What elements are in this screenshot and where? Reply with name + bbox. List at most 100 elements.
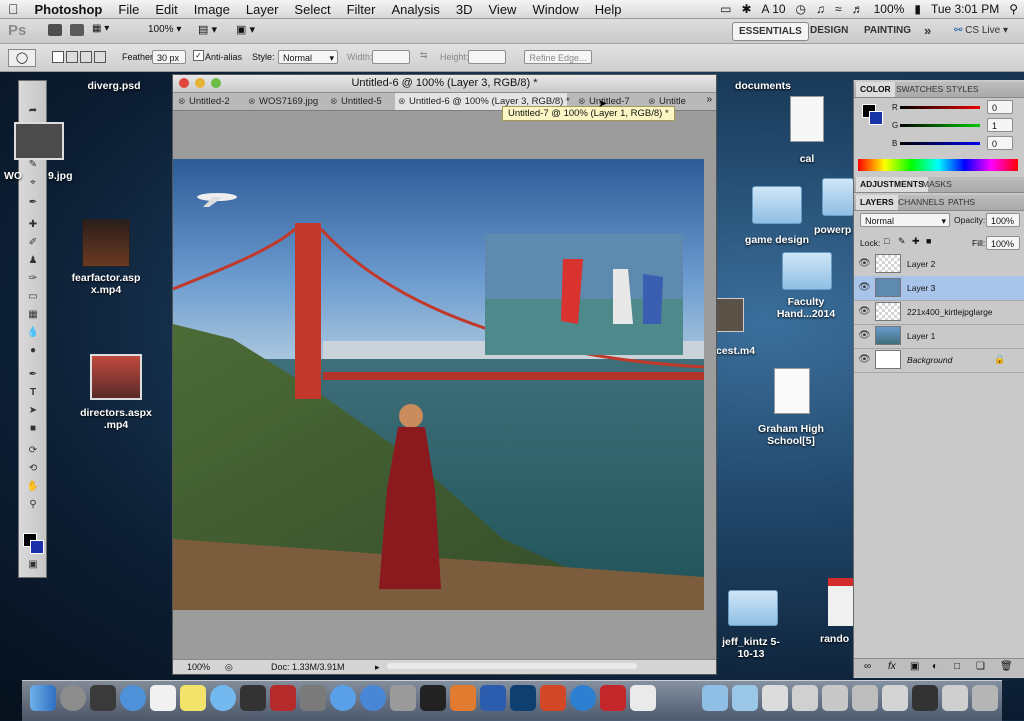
wifi-icon[interactable]: ≈ bbox=[835, 2, 842, 16]
quicktime-icon[interactable] bbox=[570, 685, 596, 711]
bluetooth-icon[interactable]: ✱ bbox=[741, 2, 751, 16]
add-mask-icon[interactable]: ▣ bbox=[910, 661, 919, 672]
status-doc-size[interactable]: Doc: 1.33M/3.91M bbox=[271, 660, 345, 674]
bg-color-chip[interactable] bbox=[869, 111, 883, 125]
menu-layer[interactable]: Layer bbox=[238, 2, 287, 17]
zoom-level-dropdown[interactable]: 100% ▾ bbox=[148, 24, 181, 35]
tab-untitled-2[interactable]: ⊗ Untitled-2 bbox=[175, 93, 241, 110]
display-icon[interactable]: ▭ bbox=[720, 2, 731, 16]
acrobat-icon[interactable] bbox=[600, 685, 626, 711]
visibility-eye-icon[interactable]: 👁 bbox=[858, 306, 871, 317]
desktop-icon-cal[interactable] bbox=[790, 96, 824, 142]
background-color-swatch[interactable] bbox=[30, 540, 44, 554]
visibility-eye-icon[interactable]: 👁 bbox=[858, 354, 871, 365]
downloads-folder-icon[interactable] bbox=[732, 685, 758, 711]
layer-style-icon[interactable]: fx bbox=[888, 661, 896, 672]
imovie-icon[interactable] bbox=[420, 685, 446, 711]
lock-all-icon[interactable]: ■ bbox=[926, 236, 931, 246]
trash-icon[interactable]: 🗑 bbox=[1000, 661, 1013, 672]
tab-color[interactable]: COLOR bbox=[856, 82, 895, 97]
launchpad-icon[interactable] bbox=[60, 685, 86, 711]
desktop-icon-label-diverg[interactable]: diverg.psd bbox=[82, 80, 146, 92]
desktop-icon-wo-image[interactable] bbox=[14, 122, 64, 160]
pen-tool-icon[interactable]: ✒ bbox=[26, 369, 40, 381]
app-menu[interactable]: Photoshop bbox=[27, 2, 111, 17]
iphoto-icon[interactable] bbox=[300, 685, 326, 711]
3d-orbit-tool-icon[interactable]: ⟲ bbox=[26, 463, 40, 475]
stack-icon[interactable] bbox=[762, 685, 788, 711]
lock-position-icon[interactable]: ✚ bbox=[912, 236, 920, 247]
desktop-icon-faculty[interactable] bbox=[782, 252, 832, 290]
feather-input[interactable]: 30 px bbox=[152, 50, 186, 64]
b-value[interactable]: 0 bbox=[987, 136, 1013, 150]
zoom-tool-icon[interactable]: ⚲ bbox=[26, 499, 40, 511]
safari-icon[interactable] bbox=[120, 685, 146, 711]
menu-analysis[interactable]: Analysis bbox=[383, 2, 447, 17]
keynote-icon[interactable] bbox=[450, 685, 476, 711]
facetime-icon[interactable] bbox=[240, 685, 266, 711]
subtract-selection-icon[interactable] bbox=[80, 51, 92, 63]
tab-adjustments[interactable]: ADJUSTMENTS bbox=[856, 177, 928, 192]
minibridge-icon[interactable] bbox=[70, 24, 84, 36]
powerpoint-icon[interactable] bbox=[540, 685, 566, 711]
minimize-window-icon[interactable] bbox=[195, 78, 205, 88]
antialias-checkbox[interactable]: ✓ bbox=[193, 50, 204, 61]
tab-layers[interactable]: LAYERS bbox=[856, 195, 898, 210]
layer-row[interactable]: 👁 Layer 2 bbox=[854, 252, 1024, 277]
add-selection-icon[interactable] bbox=[66, 51, 78, 63]
r-slider[interactable] bbox=[900, 106, 980, 109]
document-canvas[interactable] bbox=[173, 159, 704, 610]
desktop-icon-directors[interactable] bbox=[90, 354, 142, 400]
calendar-icon[interactable] bbox=[150, 685, 176, 711]
tabs-overflow-chevron[interactable]: » bbox=[706, 94, 712, 105]
clock-time[interactable]: Tue 3:01 PM bbox=[931, 2, 999, 16]
tab-untitled-5[interactable]: ⊗ Untitled-5 bbox=[327, 93, 393, 110]
tab-styles[interactable]: STYLES bbox=[942, 82, 983, 97]
stack-icon[interactable] bbox=[882, 685, 908, 711]
lock-pixels-icon[interactable]: ✎ bbox=[898, 236, 906, 247]
a10-status[interactable]: A 10 bbox=[762, 2, 786, 16]
intersect-selection-icon[interactable] bbox=[94, 51, 106, 63]
document-titlebar[interactable]: Untitled-6 @ 100% (Layer 3, RGB/8) * bbox=[173, 75, 716, 93]
dashboard-icon[interactable] bbox=[90, 685, 116, 711]
new-group-icon[interactable]: □ bbox=[954, 661, 960, 672]
tab-masks[interactable]: MASKS bbox=[918, 177, 956, 192]
tab-channels[interactable]: CHANNELS bbox=[894, 195, 948, 210]
move-tool-icon[interactable]: ➦ bbox=[26, 105, 40, 117]
notes-icon[interactable] bbox=[180, 685, 206, 711]
messages-icon[interactable] bbox=[210, 685, 236, 711]
menu-filter[interactable]: Filter bbox=[339, 2, 384, 17]
desktop-icon-jeff-kintz[interactable] bbox=[728, 590, 778, 626]
stack-icon[interactable] bbox=[792, 685, 818, 711]
gradient-tool-icon[interactable]: ▦ bbox=[26, 309, 40, 321]
cs-live-button[interactable]: ⚯ CS Live ▾ bbox=[948, 22, 1014, 39]
word-icon[interactable] bbox=[480, 685, 506, 711]
g-value[interactable]: 1 bbox=[987, 118, 1013, 132]
color-spectrum-ramp[interactable] bbox=[858, 159, 1018, 171]
speaker-icon[interactable]: ♬ bbox=[852, 2, 864, 16]
eraser-tool-icon[interactable]: ▭ bbox=[26, 291, 40, 303]
desktop-icon-graham[interactable] bbox=[774, 368, 810, 414]
more-workspaces-chevron[interactable]: » bbox=[918, 22, 937, 39]
stack-icon[interactable] bbox=[942, 685, 968, 711]
workspace-design[interactable]: DESIGN bbox=[804, 22, 854, 39]
workspace-painting[interactable]: PAINTING bbox=[858, 22, 917, 39]
desktop-icon-fearfactor[interactable] bbox=[82, 219, 130, 267]
finder-icon[interactable] bbox=[30, 685, 56, 711]
layer-row[interactable]: 👁 221x400_kirtlejpglarge bbox=[854, 300, 1024, 325]
blur-tool-icon[interactable]: 💧 bbox=[26, 327, 40, 339]
menu-3d[interactable]: 3D bbox=[448, 2, 481, 17]
close-tab-icon[interactable]: ⊗ bbox=[330, 93, 338, 110]
menu-window[interactable]: Window bbox=[524, 2, 586, 17]
menu-select[interactable]: Select bbox=[286, 2, 338, 17]
apple-menu[interactable]:  bbox=[0, 1, 27, 17]
photo-booth-icon[interactable] bbox=[270, 685, 296, 711]
healing-brush-tool-icon[interactable]: ✚ bbox=[26, 219, 40, 231]
extras-dropdown[interactable]: ▦ ▾ bbox=[92, 23, 109, 34]
g-slider[interactable] bbox=[900, 124, 980, 127]
screen-icon[interactable] bbox=[912, 685, 938, 711]
visibility-eye-icon[interactable]: 👁 bbox=[858, 258, 871, 269]
close-tab-icon[interactable]: ⊗ bbox=[178, 93, 186, 110]
spotlight-icon[interactable]: ⚲ bbox=[1009, 2, 1018, 16]
utilities-folder-icon[interactable] bbox=[702, 685, 728, 711]
